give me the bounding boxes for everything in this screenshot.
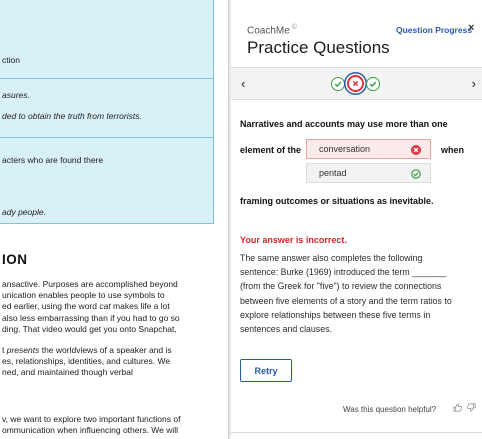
- feedback-line: (from the Greek for "five") to review th…: [240, 281, 442, 292]
- table-cell: ction: [2, 55, 20, 65]
- brand-mark: ©: [291, 24, 297, 31]
- paragraph-line: es, relationships, identities, and cultu…: [2, 356, 171, 367]
- selected-answer-option[interactable]: conversation: [306, 139, 431, 159]
- feedback-line: sentence: Burke (1969) introduced the te…: [240, 267, 447, 278]
- table-divider: [0, 78, 214, 79]
- table-cell: asures.: [2, 90, 30, 100]
- question-progress-link[interactable]: Question Progress: [396, 25, 472, 35]
- thumbs-up-icon[interactable]: [453, 403, 462, 414]
- question-dot-incorrect[interactable]: [347, 75, 364, 92]
- check-circle-icon: [411, 169, 421, 181]
- helpful-prompt: Was this question helpful?: [343, 405, 437, 414]
- question-line: framing outcomes or situations as inevit…: [240, 196, 434, 206]
- body-paragraph: ansactive. Purposes are accomplished bey…: [2, 279, 228, 335]
- table-cell: ady people.: [2, 207, 46, 217]
- thumbs-down-icon[interactable]: [467, 403, 476, 414]
- table-cell: ded to obtain the truth from terrorists.: [2, 111, 142, 121]
- option-label: conversation: [319, 144, 371, 154]
- brand-name: CoachMe: [247, 25, 290, 37]
- paragraph-line: ned, and maintained though verbal: [2, 367, 133, 378]
- feedback-line: The same answer also completes the follo…: [240, 253, 423, 263]
- check-icon: [334, 80, 342, 87]
- reading-pane: ction asures. ded to obtain the truth fr…: [0, 0, 228, 439]
- paragraph-line: t presents the worldviews of a speaker a…: [2, 345, 172, 355]
- question-dot-correct[interactable]: [366, 76, 380, 91]
- result-status: Your answer is incorrect.: [240, 235, 347, 245]
- question-line: element of the: [240, 145, 302, 155]
- error-circle-icon: [411, 145, 421, 157]
- paragraph-line: v, we want to explore two important func…: [2, 414, 181, 424]
- retry-button[interactable]: Retry: [240, 359, 292, 382]
- paragraph-line: ansactive. Purposes are accomplished bey…: [2, 279, 178, 289]
- check-icon: [369, 80, 377, 87]
- panel-footer-divider: [231, 432, 482, 433]
- section-heading: ION: [2, 252, 28, 267]
- body-paragraph: t presents the worldviews of a speaker a…: [2, 345, 228, 379]
- table-divider: [0, 137, 214, 138]
- x-icon: [352, 80, 359, 87]
- paragraph-line: ding. That video would get you onto Snap…: [2, 323, 177, 334]
- next-question-button[interactable]: ›: [472, 76, 476, 91]
- page-title: Practice Questions: [247, 38, 390, 57]
- feedback-line: sentences and clauses.: [240, 324, 332, 335]
- paragraph-line: ed earlier, using the word cat makes lif…: [2, 301, 170, 312]
- question-line: when: [441, 145, 465, 155]
- prev-question-button[interactable]: ‹: [241, 76, 245, 91]
- table-cell: acters who are found there: [2, 155, 104, 165]
- question-line: Narratives and accounts may use more tha…: [240, 119, 448, 129]
- correct-answer-option[interactable]: pentad: [306, 163, 431, 183]
- option-label: pentad: [319, 168, 347, 178]
- coachme-panel: CoachMe © Question Progress × Practice Qu…: [231, 0, 482, 439]
- paragraph-line: also less embarrassing than if you had t…: [2, 312, 180, 323]
- brand-label: CoachMe ©: [247, 24, 297, 36]
- question-dots: [331, 75, 380, 92]
- body-paragraph: v, we want to explore two important func…: [2, 414, 228, 436]
- feedback-text: The same answer also completes the follo…: [240, 251, 480, 336]
- feedback-line: between five elements of a story and the…: [240, 295, 452, 306]
- question-nav-bar: ‹ ›: [231, 67, 482, 100]
- paragraph-line: ommunication when influencing others. We…: [2, 425, 179, 436]
- paragraph-line: unication enables people to use symbols …: [2, 290, 165, 301]
- question-dot-correct[interactable]: [331, 76, 345, 91]
- close-icon[interactable]: ×: [468, 22, 474, 34]
- feedback-line: explore relationships between these five…: [240, 309, 431, 320]
